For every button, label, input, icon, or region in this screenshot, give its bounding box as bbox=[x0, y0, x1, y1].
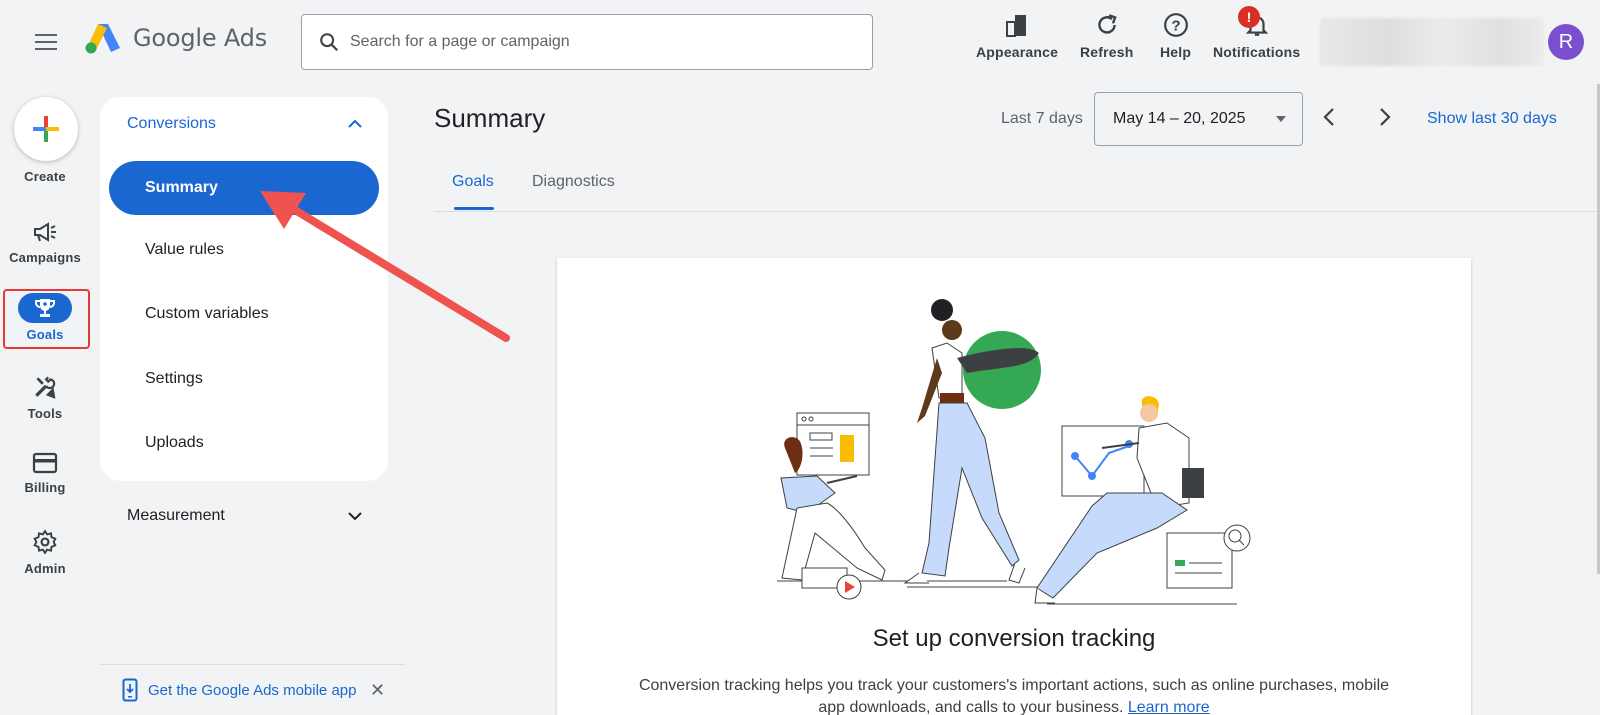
hamburger-menu-icon[interactable] bbox=[30, 28, 62, 56]
tab-diagnostics[interactable]: Diagnostics bbox=[532, 173, 615, 191]
rail-item-billing[interactable]: Billing bbox=[0, 452, 90, 495]
chevron-up-icon bbox=[348, 119, 362, 128]
date-range-picker[interactable]: May 14 – 20, 2025 bbox=[1094, 92, 1303, 146]
notification-badge: ! bbox=[1238, 6, 1260, 28]
search-icon bbox=[320, 33, 339, 52]
tabs-divider bbox=[434, 211, 1600, 212]
refresh-icon bbox=[1098, 14, 1117, 34]
subnav-item-value-rules[interactable]: Value rules bbox=[145, 241, 224, 259]
conversions-section-label: Conversions bbox=[127, 115, 216, 132]
help-button[interactable]: ? Help bbox=[1160, 12, 1191, 60]
refresh-button[interactable]: Refresh bbox=[1080, 12, 1134, 60]
card-title: Set up conversion tracking bbox=[872, 625, 1156, 652]
show-last-30-days-link[interactable]: Show last 30 days bbox=[1427, 110, 1557, 128]
plus-icon bbox=[33, 116, 59, 142]
notifications-button[interactable]: ! Notifications bbox=[1213, 6, 1301, 60]
dropdown-caret-icon bbox=[1276, 116, 1286, 122]
goals-label: Goals bbox=[26, 327, 64, 342]
top-bar: Google Ads Appearance Refresh ? Help ! N… bbox=[0, 0, 1600, 84]
phone-download-icon bbox=[122, 678, 138, 702]
conversions-section-toggle[interactable]: Conversions bbox=[127, 115, 363, 133]
trophy-icon bbox=[35, 299, 55, 317]
date-range-label: Last 7 days bbox=[1001, 110, 1083, 127]
appearance-icon bbox=[1006, 15, 1027, 37]
mobile-app-promo[interactable]: Get the Google Ads mobile app bbox=[122, 678, 356, 702]
help-icon: ? bbox=[1163, 13, 1188, 37]
rail-item-tools[interactable]: Tools bbox=[0, 374, 90, 421]
tools-icon bbox=[35, 376, 56, 399]
svg-text:?: ? bbox=[1171, 17, 1180, 34]
credit-card-icon bbox=[32, 452, 58, 474]
chevron-left-icon bbox=[1323, 108, 1334, 126]
chevron-down-icon bbox=[348, 512, 362, 521]
appearance-label: Appearance bbox=[976, 44, 1059, 60]
annotation-arrow bbox=[260, 191, 510, 342]
tools-label: Tools bbox=[27, 406, 63, 421]
search-input[interactable] bbox=[350, 33, 830, 51]
close-icon[interactable]: ✕ bbox=[370, 680, 385, 701]
create-label: Create bbox=[24, 169, 66, 184]
subnav-item-uploads[interactable]: Uploads bbox=[145, 434, 204, 452]
admin-label: Admin bbox=[24, 561, 66, 576]
appearance-button[interactable]: Appearance bbox=[976, 12, 1058, 60]
previous-period-button[interactable] bbox=[1322, 106, 1336, 133]
help-label: Help bbox=[1160, 44, 1192, 60]
megaphone-icon bbox=[34, 222, 56, 242]
date-range-value: May 14 – 20, 2025 bbox=[1113, 110, 1246, 127]
subnav-item-settings[interactable]: Settings bbox=[145, 370, 203, 388]
google-ads-logo-icon bbox=[85, 24, 120, 54]
measurement-section-toggle[interactable]: Measurement bbox=[127, 507, 363, 525]
card-description-text: Conversion tracking helps you track your… bbox=[638, 677, 1390, 715]
google-ads-logo[interactable]: Google Ads bbox=[85, 22, 267, 54]
chevron-right-icon bbox=[1380, 108, 1391, 126]
page-title: Summary bbox=[434, 103, 546, 133]
empty-state-card: Set up conversion tracking Conversion tr… bbox=[557, 258, 1471, 715]
promo-divider bbox=[100, 664, 405, 665]
rail-create-label-wrap: Create bbox=[0, 163, 90, 184]
goals-active-pill bbox=[18, 293, 72, 323]
measurement-label: Measurement bbox=[127, 507, 225, 524]
learn-more-link[interactable]: Learn more bbox=[1128, 699, 1210, 715]
search-box[interactable] bbox=[301, 14, 873, 70]
logo-text: Google Ads bbox=[133, 24, 267, 52]
billing-label: Billing bbox=[24, 480, 66, 495]
campaigns-label: Campaigns bbox=[9, 250, 81, 265]
gear-icon bbox=[33, 529, 57, 555]
account-info-redacted[interactable] bbox=[1320, 18, 1544, 66]
avatar[interactable]: R bbox=[1548, 24, 1584, 60]
conversion-tracking-illustration bbox=[777, 299, 1251, 605]
create-button[interactable] bbox=[14, 97, 78, 161]
refresh-label: Refresh bbox=[1080, 44, 1134, 60]
card-description: Conversion tracking helps you track your… bbox=[637, 675, 1391, 715]
next-period-button[interactable] bbox=[1378, 106, 1392, 133]
notifications-label: Notifications bbox=[1213, 44, 1301, 60]
rail-item-goals[interactable]: Goals bbox=[0, 293, 90, 342]
rail-item-campaigns[interactable]: Campaigns bbox=[0, 220, 90, 265]
rail-item-admin[interactable]: Admin bbox=[0, 529, 90, 576]
mobile-app-link[interactable]: Get the Google Ads mobile app bbox=[148, 682, 356, 699]
